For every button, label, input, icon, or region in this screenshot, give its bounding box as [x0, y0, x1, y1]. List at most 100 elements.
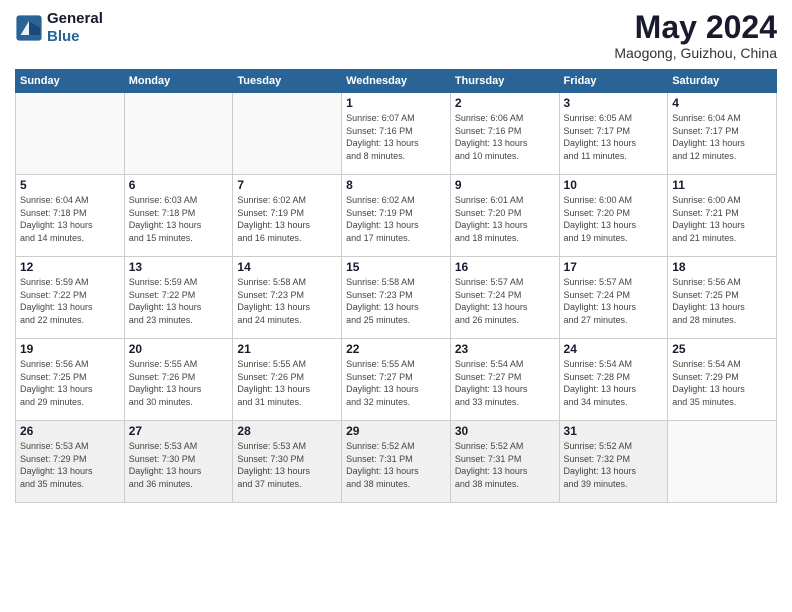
calendar-cell: 4 Sunrise: 6:04 AMSunset: 7:17 PMDaylight… [668, 93, 777, 175]
calendar-cell: 1 Sunrise: 6:07 AMSunset: 7:16 PMDaylight… [342, 93, 451, 175]
day-info: Sunrise: 6:00 AMSunset: 7:21 PMDaylight:… [672, 194, 772, 244]
calendar-cell: 27 Sunrise: 5:53 AMSunset: 7:30 PMDayligh… [124, 421, 233, 503]
week-row-3: 12 Sunrise: 5:59 AMSunset: 7:22 PMDayligh… [16, 257, 777, 339]
day-number: 5 [20, 178, 120, 192]
day-number: 26 [20, 424, 120, 438]
day-info: Sunrise: 5:58 AMSunset: 7:23 PMDaylight:… [237, 276, 337, 326]
day-number: 18 [672, 260, 772, 274]
calendar-cell: 2 Sunrise: 6:06 AMSunset: 7:16 PMDaylight… [450, 93, 559, 175]
logo: General Blue [15, 10, 103, 46]
day-info: Sunrise: 6:01 AMSunset: 7:20 PMDaylight:… [455, 194, 555, 244]
week-row-4: 19 Sunrise: 5:56 AMSunset: 7:25 PMDayligh… [16, 339, 777, 421]
calendar-cell: 20Sunrise: 5:55 AMSunset: 7:26 PMDayligh… [124, 339, 233, 421]
calendar-cell [124, 93, 233, 175]
day-info: Sunrise: 6:07 AMSunset: 7:16 PMDaylight:… [346, 112, 446, 162]
day-number: 12 [20, 260, 120, 274]
day-info: Sunrise: 5:59 AMSunset: 7:22 PMDaylight:… [129, 276, 229, 326]
day-number: 1 [346, 96, 446, 110]
day-info: Sunrise: 5:56 AMSunset: 7:25 PMDaylight:… [20, 358, 120, 408]
day-info: Sunrise: 5:52 AMSunset: 7:32 PMDaylight:… [564, 440, 664, 490]
calendar-cell: 6 Sunrise: 6:03 AMSunset: 7:18 PMDaylight… [124, 175, 233, 257]
calendar-cell: 22 Sunrise: 5:55 AMSunset: 7:27 PMDayligh… [342, 339, 451, 421]
calendar-cell: 30 Sunrise: 5:52 AMSunset: 7:31 PMDayligh… [450, 421, 559, 503]
calendar-cell: 10 Sunrise: 6:00 AMSunset: 7:20 PMDayligh… [559, 175, 668, 257]
weekday-header-row: SundayMondayTuesdayWednesdayThursdayFrid… [16, 70, 777, 93]
calendar-cell: 11Sunrise: 6:00 AMSunset: 7:21 PMDayligh… [668, 175, 777, 257]
day-info: Sunrise: 5:59 AMSunset: 7:22 PMDaylight:… [20, 276, 120, 326]
calendar-cell: 29Sunrise: 5:52 AMSunset: 7:31 PMDayligh… [342, 421, 451, 503]
calendar-cell: 23 Sunrise: 5:54 AMSunset: 7:27 PMDayligh… [450, 339, 559, 421]
day-info: Sunrise: 5:58 AMSunset: 7:23 PMDaylight:… [346, 276, 446, 326]
day-number: 15 [346, 260, 446, 274]
week-row-5: 26 Sunrise: 5:53 AMSunset: 7:29 PMDayligh… [16, 421, 777, 503]
day-info: Sunrise: 5:56 AMSunset: 7:25 PMDaylight:… [672, 276, 772, 326]
day-info: Sunrise: 5:54 AMSunset: 7:27 PMDaylight:… [455, 358, 555, 408]
calendar-cell: 26 Sunrise: 5:53 AMSunset: 7:29 PMDayligh… [16, 421, 125, 503]
day-number: 8 [346, 178, 446, 192]
calendar-cell: 9 Sunrise: 6:01 AMSunset: 7:20 PMDaylight… [450, 175, 559, 257]
day-info: Sunrise: 5:53 AMSunset: 7:29 PMDaylight:… [20, 440, 120, 490]
calendar-cell: 25Sunrise: 5:54 AMSunset: 7:29 PMDayligh… [668, 339, 777, 421]
day-number: 7 [237, 178, 337, 192]
calendar-table: SundayMondayTuesdayWednesdayThursdayFrid… [15, 69, 777, 503]
day-info: Sunrise: 5:57 AMSunset: 7:24 PMDaylight:… [564, 276, 664, 326]
weekday-header-sunday: Sunday [16, 70, 125, 93]
day-number: 16 [455, 260, 555, 274]
calendar-cell: 15 Sunrise: 5:58 AMSunset: 7:23 PMDayligh… [342, 257, 451, 339]
calendar-cell: 14 Sunrise: 5:58 AMSunset: 7:23 PMDayligh… [233, 257, 342, 339]
day-number: 31 [564, 424, 664, 438]
title-block: May 2024 Maogong, Guizhou, China [614, 10, 777, 61]
day-info: Sunrise: 5:53 AMSunset: 7:30 PMDaylight:… [129, 440, 229, 490]
logo-icon [15, 14, 43, 42]
day-info: Sunrise: 5:55 AMSunset: 7:26 PMDaylight:… [129, 358, 229, 408]
calendar-page: General Blue May 2024 Maogong, Guizhou, … [0, 0, 792, 612]
day-info: Sunrise: 6:04 AMSunset: 7:18 PMDaylight:… [20, 194, 120, 244]
calendar-cell: 17 Sunrise: 5:57 AMSunset: 7:24 PMDayligh… [559, 257, 668, 339]
location: Maogong, Guizhou, China [614, 45, 777, 61]
calendar-cell: 5 Sunrise: 6:04 AMSunset: 7:18 PMDaylight… [16, 175, 125, 257]
calendar-cell: 31 Sunrise: 5:52 AMSunset: 7:32 PMDayligh… [559, 421, 668, 503]
weekday-header-monday: Monday [124, 70, 233, 93]
calendar-cell: 19 Sunrise: 5:56 AMSunset: 7:25 PMDayligh… [16, 339, 125, 421]
day-number: 25 [672, 342, 772, 356]
calendar-cell: 24 Sunrise: 5:54 AMSunset: 7:28 PMDayligh… [559, 339, 668, 421]
day-number: 30 [455, 424, 555, 438]
day-number: 9 [455, 178, 555, 192]
day-number: 17 [564, 260, 664, 274]
day-number: 14 [237, 260, 337, 274]
day-number: 3 [564, 96, 664, 110]
day-info: Sunrise: 6:03 AMSunset: 7:18 PMDaylight:… [129, 194, 229, 244]
day-number: 10 [564, 178, 664, 192]
day-number: 24 [564, 342, 664, 356]
day-number: 27 [129, 424, 229, 438]
day-info: Sunrise: 5:54 AMSunset: 7:28 PMDaylight:… [564, 358, 664, 408]
day-info: Sunrise: 5:55 AMSunset: 7:27 PMDaylight:… [346, 358, 446, 408]
day-info: Sunrise: 6:00 AMSunset: 7:20 PMDaylight:… [564, 194, 664, 244]
calendar-cell [16, 93, 125, 175]
day-number: 2 [455, 96, 555, 110]
calendar-cell: 12 Sunrise: 5:59 AMSunset: 7:22 PMDayligh… [16, 257, 125, 339]
calendar-cell: 8Sunrise: 6:02 AMSunset: 7:19 PMDaylight… [342, 175, 451, 257]
day-number: 21 [237, 342, 337, 356]
day-number: 6 [129, 178, 229, 192]
day-info: Sunrise: 6:04 AMSunset: 7:17 PMDaylight:… [672, 112, 772, 162]
day-info: Sunrise: 6:02 AMSunset: 7:19 PMDaylight:… [237, 194, 337, 244]
week-row-2: 5 Sunrise: 6:04 AMSunset: 7:18 PMDaylight… [16, 175, 777, 257]
calendar-cell: 18 Sunrise: 5:56 AMSunset: 7:25 PMDayligh… [668, 257, 777, 339]
weekday-header-wednesday: Wednesday [342, 70, 451, 93]
day-number: 19 [20, 342, 120, 356]
weekday-header-thursday: Thursday [450, 70, 559, 93]
day-number: 4 [672, 96, 772, 110]
calendar-cell [668, 421, 777, 503]
day-info: Sunrise: 5:52 AMSunset: 7:31 PMDaylight:… [455, 440, 555, 490]
day-number: 13 [129, 260, 229, 274]
weekday-header-friday: Friday [559, 70, 668, 93]
calendar-cell: 7 Sunrise: 6:02 AMSunset: 7:19 PMDaylight… [233, 175, 342, 257]
day-number: 22 [346, 342, 446, 356]
day-info: Sunrise: 6:05 AMSunset: 7:17 PMDaylight:… [564, 112, 664, 162]
day-info: Sunrise: 6:06 AMSunset: 7:16 PMDaylight:… [455, 112, 555, 162]
week-row-1: 1 Sunrise: 6:07 AMSunset: 7:16 PMDaylight… [16, 93, 777, 175]
day-number: 23 [455, 342, 555, 356]
calendar-cell [233, 93, 342, 175]
month-title: May 2024 [614, 10, 777, 45]
